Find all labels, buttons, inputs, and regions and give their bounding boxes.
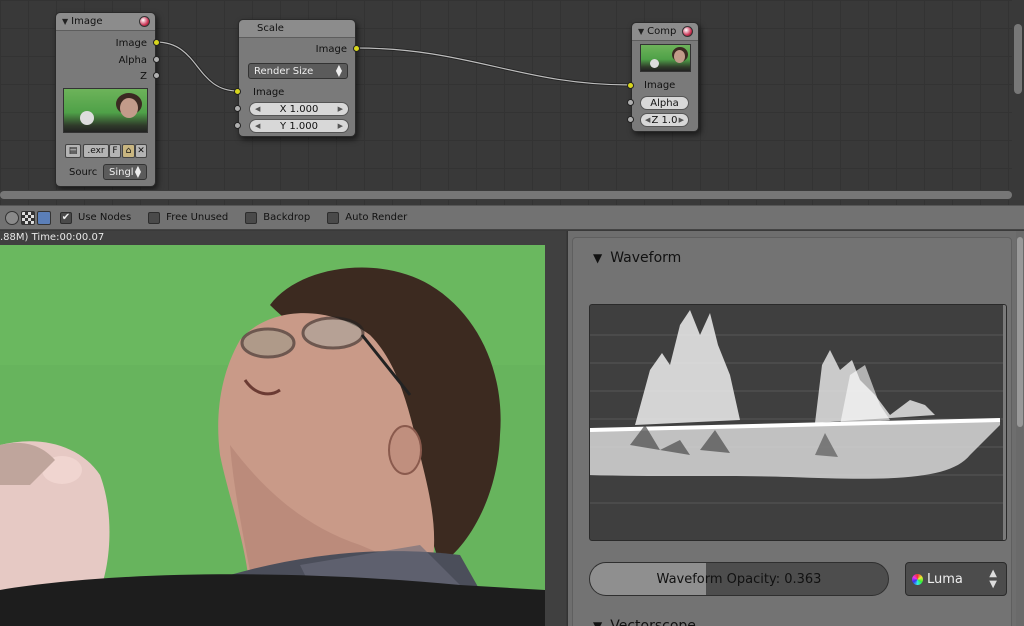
scale-y-socket[interactable] bbox=[234, 122, 241, 129]
updown-arrows-icon: ▲ ▼ bbox=[134, 164, 141, 179]
waveform-opacity-slider[interactable]: Waveform Opacity: 0.363 bbox=[589, 562, 889, 596]
scale-y-value: Y 1.000 bbox=[280, 120, 318, 132]
comp-alpha-value: Alpha bbox=[650, 97, 679, 109]
scale-output-label: Image bbox=[315, 44, 347, 55]
scale-mode-value: Render Size bbox=[254, 65, 314, 77]
scale-x-field[interactable]: ◀ X 1.000 ▶ bbox=[249, 102, 349, 116]
free-unused-checkbox[interactable]: Free Unused bbox=[148, 211, 229, 224]
composite-node[interactable]: ▼ Comp Image Alpha ◀ Z 1.0 ▶ bbox=[627, 22, 699, 132]
comp-input-label: Image bbox=[644, 80, 676, 91]
image-viewer[interactable]: .88M) Time:00:00.07 bbox=[0, 231, 566, 626]
collapse-triangle-icon[interactable]: ▼ bbox=[593, 619, 602, 626]
composite-result-image bbox=[0, 245, 545, 626]
backdrop-box[interactable] bbox=[245, 211, 258, 224]
waveform-title: Waveform bbox=[610, 250, 682, 266]
preview-sphere-icon[interactable] bbox=[139, 16, 150, 27]
scale-output-socket[interactable] bbox=[353, 45, 360, 52]
compositor-window: ▼ Image Image Alpha Z ▤ .exr F ⌂ ✕ Sourc… bbox=[0, 0, 1024, 626]
use-nodes-checkbox[interactable]: ✔ Use Nodes bbox=[60, 211, 132, 224]
image-file-field[interactable]: .exr bbox=[83, 144, 109, 158]
composite-node-preview bbox=[640, 44, 691, 72]
waveform-plot bbox=[590, 305, 1006, 540]
link-image-to-scale bbox=[155, 40, 239, 93]
scale-input-socket[interactable] bbox=[234, 88, 241, 95]
free-unused-label: Free Unused bbox=[166, 212, 229, 223]
node-editor[interactable]: ▼ Image Image Alpha Z ▤ .exr F ⌂ ✕ Sourc… bbox=[0, 0, 1024, 205]
comp-z-socket[interactable] bbox=[627, 116, 634, 123]
alpha-output-socket[interactable] bbox=[153, 56, 160, 63]
render-info-text: .88M) Time:00:00.07 bbox=[0, 232, 105, 243]
updown-arrows-icon: ▲ ▼ bbox=[335, 63, 342, 78]
image-browse-button[interactable]: ▤ bbox=[65, 144, 81, 158]
image-node[interactable]: ▼ Image Image Alpha Z ▤ .exr F ⌂ ✕ Sourc… bbox=[55, 12, 160, 187]
image-output-socket[interactable] bbox=[153, 39, 160, 46]
output-label-image: Image bbox=[115, 38, 147, 49]
open-image-icon[interactable]: ⌂ bbox=[122, 144, 135, 158]
collapse-triangle-icon[interactable]: ▼ bbox=[638, 27, 644, 36]
texture-nodes-icon[interactable] bbox=[21, 210, 35, 225]
collapse-triangle-icon[interactable]: ▼ bbox=[62, 17, 68, 26]
scale-x-socket[interactable] bbox=[234, 105, 241, 112]
scale-node[interactable]: Scale Image Render Size ▲ ▼ Image ◀ X 1.0… bbox=[234, 19, 360, 137]
auto-render-label: Auto Render bbox=[345, 212, 408, 223]
collapse-triangle-icon[interactable]: ▼ bbox=[593, 251, 602, 265]
scale-node-title: Scale bbox=[257, 23, 284, 34]
file-ext-label: .exr bbox=[87, 146, 105, 156]
auto-render-box[interactable] bbox=[327, 211, 340, 224]
waveform-section: ▼ Waveform Waveform Opacity: 0.363 Luma … bbox=[572, 237, 1012, 626]
image-node-preview bbox=[63, 88, 148, 133]
comp-alpha-socket[interactable] bbox=[627, 99, 634, 106]
preview-sphere-icon[interactable] bbox=[682, 26, 693, 37]
vectorscope-header[interactable]: ▼ Vectorscope bbox=[593, 618, 696, 626]
use-nodes-label: Use Nodes bbox=[78, 212, 132, 223]
checkmark-icon[interactable]: ✔ bbox=[60, 211, 72, 224]
waveform-header[interactable]: ▼ Waveform bbox=[593, 250, 681, 266]
image-node-header[interactable]: ▼ Image bbox=[56, 13, 155, 31]
composite-node-title: Comp bbox=[647, 26, 677, 37]
shader-nodes-icon[interactable] bbox=[5, 210, 19, 225]
scale-input-label: Image bbox=[253, 87, 285, 98]
scopes-panel: ▼ Waveform Waveform Opacity: 0.363 Luma … bbox=[567, 231, 1024, 626]
fake-user-label: F bbox=[112, 146, 118, 156]
link-scale-to-comp bbox=[355, 46, 632, 87]
source-label: Sourc bbox=[69, 167, 98, 178]
scale-node-header[interactable]: Scale bbox=[239, 20, 355, 38]
waveform-opacity-label: Waveform Opacity: 0.363 bbox=[656, 571, 822, 587]
waveform-mode-value: Luma bbox=[927, 571, 963, 587]
node-editor-horizontal-scrollbar[interactable] bbox=[0, 190, 1024, 200]
waveform-scope[interactable] bbox=[589, 304, 1007, 541]
backdrop-label: Backdrop bbox=[263, 212, 311, 223]
node-editor-vertical-scrollbar[interactable] bbox=[1012, 0, 1024, 190]
scale-x-value: X 1.000 bbox=[279, 103, 319, 115]
output-label-z: Z bbox=[140, 71, 147, 82]
composite-node-header[interactable]: ▼ Comp bbox=[632, 23, 698, 41]
backdrop-checkbox[interactable]: Backdrop bbox=[245, 211, 311, 224]
comp-z-field[interactable]: ◀ Z 1.0 ▶ bbox=[640, 113, 689, 127]
fake-user-button[interactable]: F bbox=[109, 144, 121, 158]
scale-mode-dropdown[interactable]: Render Size ▲ ▼ bbox=[248, 63, 348, 79]
green-screen-photo bbox=[0, 245, 545, 626]
waveform-mode-dropdown[interactable]: Luma ▲ ▼ bbox=[905, 562, 1007, 596]
unlink-image-icon[interactable]: ✕ bbox=[135, 144, 147, 158]
panel-vertical-scrollbar[interactable] bbox=[1016, 231, 1024, 626]
image-node-title: Image bbox=[71, 16, 103, 27]
source-value: Singl bbox=[109, 166, 134, 178]
comp-z-value: Z 1.0 bbox=[651, 114, 678, 126]
auto-render-checkbox[interactable]: Auto Render bbox=[327, 211, 408, 224]
vectorscope-title: Vectorscope bbox=[610, 618, 696, 626]
output-label-alpha: Alpha bbox=[118, 55, 147, 66]
updown-arrows-icon: ▲ ▼ bbox=[989, 568, 997, 590]
free-unused-box[interactable] bbox=[148, 211, 161, 224]
comp-alpha-field[interactable]: Alpha bbox=[640, 96, 689, 110]
compositing-nodes-icon[interactable] bbox=[37, 210, 51, 225]
color-wheel-icon bbox=[912, 573, 923, 585]
node-editor-toolbar: ✔ Use Nodes Free Unused Backdrop Auto Re… bbox=[0, 205, 1024, 230]
z-output-socket[interactable] bbox=[153, 72, 160, 79]
scale-y-field[interactable]: ◀ Y 1.000 ▶ bbox=[249, 119, 349, 133]
comp-image-socket[interactable] bbox=[627, 82, 634, 89]
source-dropdown[interactable]: Singl ▲ ▼ bbox=[103, 164, 147, 180]
